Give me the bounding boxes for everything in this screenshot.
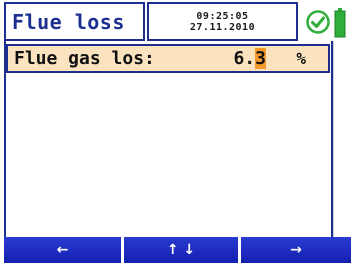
softkey-bar: ← ↑ ↓ → bbox=[0, 237, 351, 263]
cursor-digit[interactable]: 3 bbox=[255, 48, 266, 69]
arrow-right-button[interactable]: → bbox=[241, 237, 351, 263]
reading-unit: % bbox=[296, 49, 306, 68]
arrow-left-icon: ← bbox=[56, 242, 69, 258]
status-area bbox=[298, 2, 351, 41]
device-screen: Flue loss 09:25:05 27.11.2010 Flue gas l… bbox=[0, 0, 351, 263]
battery-icon bbox=[334, 8, 346, 38]
check-circle-icon bbox=[306, 10, 330, 34]
scroll-track[interactable] bbox=[333, 41, 351, 237]
arrow-right-icon: → bbox=[290, 242, 302, 258]
time-display: 09:25:05 bbox=[196, 10, 249, 22]
page-title: Flue loss bbox=[12, 9, 125, 34]
arrow-up-down-button[interactable]: ↑ ↓ bbox=[124, 237, 238, 263]
datetime-box: 09:25:05 27.11.2010 bbox=[147, 2, 298, 41]
date-display: 27.11.2010 bbox=[189, 21, 256, 33]
reading-value-prefix: 6. bbox=[233, 48, 256, 69]
reading-row[interactable]: Flue gas los: 6.3 % bbox=[6, 44, 330, 73]
title-box: Flue loss bbox=[4, 2, 145, 41]
arrow-left-button[interactable]: ← bbox=[4, 237, 121, 263]
reading-value[interactable]: 6.3 bbox=[233, 48, 266, 69]
reading-label: Flue gas los: bbox=[14, 48, 155, 69]
arrow-up-down-icon: ↑ ↓ bbox=[166, 242, 196, 258]
